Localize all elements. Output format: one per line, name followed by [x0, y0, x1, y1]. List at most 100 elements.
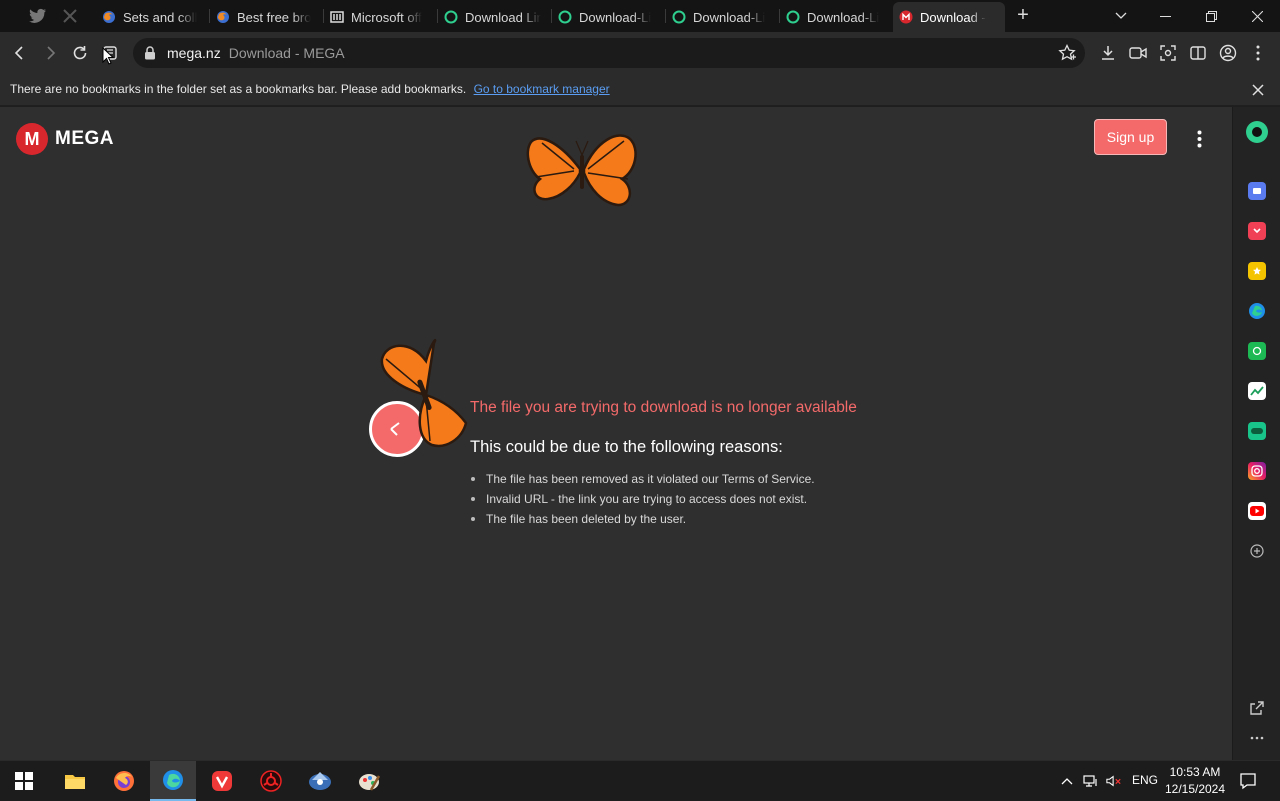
youtube-icon[interactable] — [1248, 502, 1266, 520]
game-controller-icon[interactable] — [1248, 422, 1266, 440]
app-icon — [309, 772, 331, 790]
chevron-up-icon — [1061, 778, 1073, 785]
tab-3[interactable]: Microsoft off — [324, 2, 436, 32]
volume-button[interactable] — [1106, 773, 1122, 789]
notifications-button[interactable] — [1239, 772, 1257, 790]
mouse-cursor-icon — [102, 47, 114, 65]
taskbar-vivaldi[interactable] — [200, 761, 244, 801]
tab-2[interactable]: Best free bro — [210, 2, 322, 32]
close-bookmarks-bar-button[interactable] — [1250, 82, 1266, 98]
camera-icon — [1129, 47, 1147, 59]
sign-up-button[interactable]: Sign up — [1094, 119, 1167, 155]
biohazard-icon — [260, 770, 282, 792]
tab-search-button[interactable] — [1098, 0, 1144, 32]
browser-sidebar — [1232, 107, 1280, 760]
downloads-button[interactable] — [1097, 42, 1119, 64]
instagram-icon[interactable] — [1248, 462, 1266, 480]
taskbar-app-blue[interactable] — [298, 761, 342, 801]
back-button[interactable] — [7, 40, 33, 66]
add-sidebar-app-button[interactable] — [1248, 542, 1266, 560]
restore-icon — [1205, 10, 1217, 22]
notification-icon — [1240, 773, 1256, 790]
reload-button[interactable] — [67, 40, 93, 66]
chevron-down-icon — [1115, 12, 1127, 19]
tab-label: Best free bro — [237, 9, 312, 25]
tab-4[interactable]: Download Lin — [438, 2, 550, 32]
restore-button[interactable] — [1188, 0, 1234, 32]
capture-icon — [1160, 45, 1176, 61]
sidebar-settings-button[interactable] — [1248, 729, 1266, 747]
whatsapp-icon[interactable] — [1248, 342, 1266, 360]
bookmarks-empty-text: There are no bookmarks in the folder set… — [10, 82, 467, 96]
bookmark-manager-link[interactable]: Go to bookmark manager — [474, 82, 610, 96]
copilot-icon[interactable] — [1246, 121, 1268, 143]
page-menu-button[interactable] — [1189, 127, 1209, 151]
firefox-icon — [114, 771, 134, 791]
tab-7[interactable]: Download-Li — [780, 2, 892, 32]
open-external-button[interactable] — [1248, 699, 1266, 717]
more-vertical-icon — [1256, 45, 1260, 61]
tab-label: Download-Li — [807, 9, 880, 25]
bookmarks-bar-message: There are no bookmarks in the folder set… — [10, 82, 610, 96]
tab-label: Microsoft off — [351, 9, 422, 25]
stocks-chart-icon[interactable] — [1248, 382, 1266, 400]
green-circle-icon — [672, 10, 686, 24]
butterfly-icon — [522, 127, 642, 214]
profile-button[interactable] — [1217, 42, 1239, 64]
taskbar-edge-active[interactable] — [150, 761, 196, 801]
butterfly-icon — [372, 335, 470, 454]
favorites-star-icon[interactable] — [1248, 262, 1266, 280]
list-item: Invalid URL - the link you are trying to… — [471, 491, 815, 511]
split-screen-button[interactable] — [1187, 42, 1209, 64]
tab-label: Download - — [920, 9, 986, 25]
mega-logo[interactable]: M MEGA — [16, 123, 114, 155]
tab-label: Sets and coll — [123, 9, 198, 25]
forward-button[interactable] — [37, 40, 63, 66]
language-indicator[interactable]: ENG — [1132, 773, 1158, 787]
taskbar-file-explorer[interactable] — [53, 761, 97, 801]
url-host: mega.nz — [167, 45, 221, 61]
windows-taskbar: ENG 10:53 AM 12/15/2024 — [0, 760, 1280, 801]
close-window-button[interactable] — [1234, 0, 1280, 32]
system-clock[interactable]: 10:53 AM 12/15/2024 — [1163, 764, 1227, 798]
green-circle-icon — [444, 10, 458, 24]
pinned-tab-twitter[interactable] — [24, 4, 52, 28]
tab-active-mega[interactable]: Download - — [893, 2, 1005, 32]
green-circle-icon — [558, 10, 572, 24]
pinned-tab-x[interactable] — [56, 4, 84, 28]
taskbar-red-app[interactable] — [249, 761, 293, 801]
video-button[interactable] — [1127, 42, 1149, 64]
favorite-star-icon[interactable] — [1057, 43, 1077, 63]
globe-firefox-icon — [102, 10, 116, 24]
taskbar-firefox[interactable] — [102, 761, 146, 801]
mega-logo-text: MEGA — [55, 128, 114, 149]
address-bar[interactable]: mega.nz Download - MEGA — [133, 38, 1085, 68]
tab-label: Download Lin — [465, 9, 541, 25]
screenshot-button[interactable] — [1157, 42, 1179, 64]
start-button[interactable] — [2, 761, 46, 801]
close-icon — [1252, 84, 1264, 96]
clock-time: 10:53 AM — [1169, 765, 1221, 779]
chat-app-icon[interactable] — [1248, 182, 1266, 200]
show-hidden-icons-button[interactable] — [1059, 773, 1075, 789]
page-content: M MEGA Sign up The file you are trying t… — [0, 107, 1232, 760]
pocket-icon[interactable] — [1248, 222, 1266, 240]
tab-1[interactable]: Sets and coll — [96, 2, 208, 32]
edge-icon[interactable] — [1248, 302, 1266, 320]
plus-icon: + — [1017, 4, 1029, 26]
reload-icon — [73, 46, 87, 60]
taskbar-paint-app[interactable] — [347, 761, 391, 801]
network-icon — [1083, 775, 1097, 787]
browser-menu-button[interactable] — [1247, 42, 1269, 64]
mega-icon — [899, 10, 913, 24]
minimize-button[interactable] — [1142, 0, 1188, 32]
account-icon — [1219, 44, 1237, 62]
network-button[interactable] — [1083, 773, 1099, 789]
office-icon — [330, 10, 344, 24]
new-tab-button[interactable]: + — [1010, 4, 1036, 28]
list-item: The file has been deleted by the user. — [471, 511, 815, 531]
edge-icon — [163, 770, 183, 790]
tab-6[interactable]: Download-Li — [666, 2, 778, 32]
plus-circle-icon — [1250, 544, 1264, 558]
tab-5[interactable]: Download-Li — [552, 2, 664, 32]
